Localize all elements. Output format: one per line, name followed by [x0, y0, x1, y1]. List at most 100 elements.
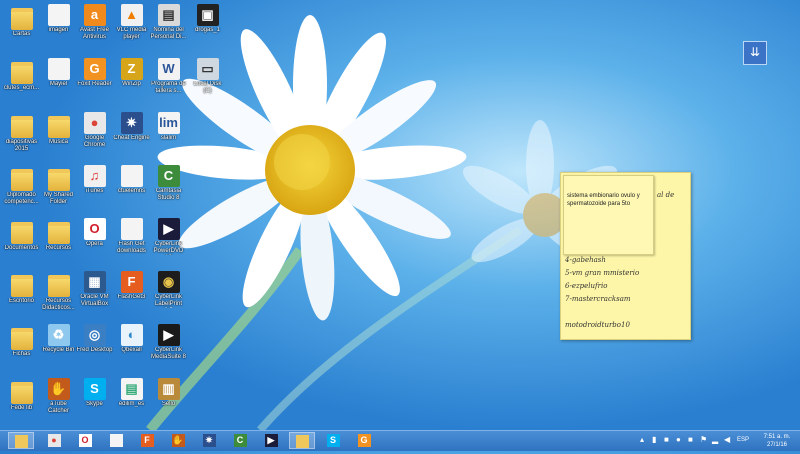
network-icon[interactable]: ▮: [652, 435, 656, 444]
desktop-shortcut[interactable]: ✷ Cheat Engine: [113, 110, 150, 162]
desktop-shortcut[interactable]: Recursos: [40, 216, 77, 268]
desktop-shortcut-label: Skype: [86, 401, 103, 407]
sticky-note[interactable]: sistema embionario ovulo y spermatozoide…: [560, 172, 691, 340]
desktop-shortcut[interactable]: ▶CyberLink PowerDVD 10: [150, 216, 187, 268]
desktop-shortcut[interactable]: Escritorio: [3, 269, 40, 321]
desktop-shortcut[interactable]: diapositivas 2015: [3, 110, 40, 162]
taskbar-item-flashget[interactable]: F: [134, 432, 160, 449]
desktop-shortcut-label: Fede lib: [10, 405, 33, 411]
taskbar-item-skype[interactable]: S: [320, 432, 346, 449]
desktop-shortcut[interactable]: ◉CyberLink LabelPrint 2.5: [150, 269, 187, 321]
opera-icon: O: [78, 434, 92, 447]
desktop-shortcut[interactable]: ▲ VLC media player: [113, 2, 150, 54]
desktop-shortcut[interactable]: ▤ edilim_es: [113, 376, 150, 428]
avast-icon: a: [83, 4, 106, 26]
desktop-shortcut-label: VLC media player: [116, 27, 147, 40]
desktop-shortcut[interactable]: O Opera: [76, 216, 113, 268]
edilim-icon: ▤: [120, 378, 143, 400]
desktop-shortcut-label: Nomina del Personal Di...: [150, 27, 187, 40]
language-indicator[interactable]: ESP: [737, 437, 749, 443]
sticky-line-2: 5-vm gran mmisterio: [565, 269, 640, 277]
desktop-shortcut[interactable]: ▣ drogas_1: [189, 2, 226, 54]
folder-icon: [10, 62, 33, 84]
desktop-shortcut[interactable]: ♻ Recycle Bin: [40, 322, 77, 374]
desktop-shortcut[interactable]: ✋ aTube Catcher: [40, 376, 77, 428]
taskbar-item-explorer[interactable]: [289, 432, 315, 449]
desktop-shortcut[interactable]: Fichas: [3, 322, 40, 374]
document-icon: ▤: [157, 4, 180, 26]
folder-icon: [10, 169, 33, 191]
download-arrows-icon[interactable]: ⇊: [743, 41, 767, 65]
image-icon: ▣: [196, 4, 219, 26]
desktop-shortcut[interactable]: ▶ CyberLink MediaSuite 8: [150, 322, 187, 374]
clock-date: 27/1/16: [766, 442, 788, 448]
sticky-line-1: 4-gabehash: [565, 256, 606, 264]
taskbar-item-foxit[interactable]: G: [351, 432, 377, 449]
taskbar-item-opera[interactable]: O: [72, 432, 98, 449]
taskbar-item-camtasia[interactable]: C: [227, 432, 253, 449]
taskbar-item-powerdvd[interactable]: ▶: [258, 432, 284, 449]
desktop-shortcut-label: Oracle VM VirtualBox: [80, 294, 109, 307]
desktop-shortcut[interactable]: Fede lib: [3, 376, 40, 428]
desktop-shortcut[interactable]: Música: [40, 110, 77, 162]
desktop-shortcut-label: WinZip: [122, 81, 141, 87]
desktop-shortcut-label: clutes_ecm...: [3, 85, 40, 91]
tray-app-icon[interactable]: ●: [676, 435, 681, 444]
sticky-line-6: motodroidturbo10: [565, 321, 630, 329]
desktop-shortcut[interactable]: Diplomado competenc...: [3, 163, 40, 215]
desktop-shortcut[interactable]: ▦ Oracle VM VirtualBox: [76, 269, 113, 321]
chevron-up-icon[interactable]: ▴: [640, 435, 644, 444]
taskbar-item-file-explorer[interactable]: [8, 432, 34, 449]
desktop-shortcut[interactable]: ▥ Sello: [150, 376, 187, 428]
desktop-shortcut-label: Música: [48, 139, 68, 145]
desktop-shortcut[interactable]: G Foxit Reader: [76, 56, 113, 108]
desktop-shortcut-label: Avast Free Antivirus: [80, 27, 109, 40]
clock-time: 7:51 a. m.: [763, 434, 791, 440]
desktop-shortcut[interactable]: ▤ Nomina del Personal Di...: [150, 2, 187, 54]
desktop-shortcut[interactable]: ● Google Chrome: [76, 110, 113, 162]
desktop-shortcut[interactable]: S Skype: [76, 376, 113, 428]
desktop-shortcut[interactable]: clutes_ecm...: [3, 56, 40, 108]
desktop-shortcut[interactable]: ◎ Fred Desktop: [76, 322, 113, 374]
desktop-shortcut[interactable]: a Avast Free Antivirus: [76, 2, 113, 54]
taskbar-item-notepad[interactable]: [103, 432, 129, 449]
flag-icon[interactable]: ⚑: [700, 435, 707, 444]
desktop-shortcut[interactable]: Mayiel: [40, 56, 77, 108]
desktop-shortcut[interactable]: Documentos: [3, 216, 40, 268]
tray-app-icon[interactable]: ■: [664, 435, 669, 444]
desktop-shortcut[interactable]: ◐ Qbexall: [113, 322, 150, 374]
desktop-shortcut[interactable]: W Programa de tallera s...: [150, 56, 187, 108]
desktop-shortcut[interactable]: My Shared Folder: [40, 163, 77, 215]
desktop-shortcut-label: Foxit Reader: [77, 81, 112, 87]
desktop-shortcut[interactable]: Flash Get downloads: [113, 216, 150, 268]
volume-icon[interactable]: ◀: [724, 435, 730, 444]
desktop-shortcut-label: ctuelemns: [117, 188, 146, 194]
desktop-shortcut[interactable]: Cartas: [3, 2, 40, 54]
desktop-shortcut[interactable]: Z WinZip: [113, 56, 150, 108]
sticky-note-inner[interactable]: sistema embionario ovulo y spermatozoide…: [563, 175, 654, 255]
folder-icon: [10, 116, 33, 138]
desktop-shortcut[interactable]: ▭ Local Disk (C): [189, 56, 226, 108]
desktop-shortcut[interactable]: C Camtasia Studio 8: [150, 163, 187, 215]
camtasia-icon: C: [233, 434, 247, 447]
desktop-shortcut[interactable]: F FlashGet3: [113, 269, 150, 321]
tray-app-icon[interactable]: ■: [688, 435, 693, 444]
vlc-icon: ▲: [120, 4, 143, 26]
signal-icon[interactable]: ▂: [712, 435, 718, 444]
desktop-shortcut-label: CyberLink LabelPrint 2.5: [154, 294, 183, 307]
desktop-shortcut[interactable]: Recursos Didacticos...: [40, 269, 77, 321]
drive-icon: ▭: [196, 58, 219, 80]
desktop-shortcut[interactable]: ctuelemns: [113, 163, 150, 215]
desktop-shortcut[interactable]: ♫ iTunes: [76, 163, 113, 215]
flashget-icon: F: [120, 271, 143, 293]
taskbar-item-atube[interactable]: ✋: [165, 432, 191, 449]
desktop-shortcut[interactable]: imagen: [40, 2, 77, 54]
desktop-shortcut-label: Programa de tallera s...: [151, 81, 186, 94]
chrome-icon: ●: [47, 434, 61, 447]
taskbar-item-chrome[interactable]: ●: [41, 432, 67, 449]
desktop-shortcut[interactable]: lim slalim: [150, 110, 187, 162]
cheat-engine-icon: ✷: [202, 434, 216, 447]
folder-icon: [295, 435, 309, 448]
taskbar-item-cheat-engine[interactable]: ✷: [196, 432, 222, 449]
clock[interactable]: 7:51 a. m. 27/1/16: [758, 433, 796, 449]
